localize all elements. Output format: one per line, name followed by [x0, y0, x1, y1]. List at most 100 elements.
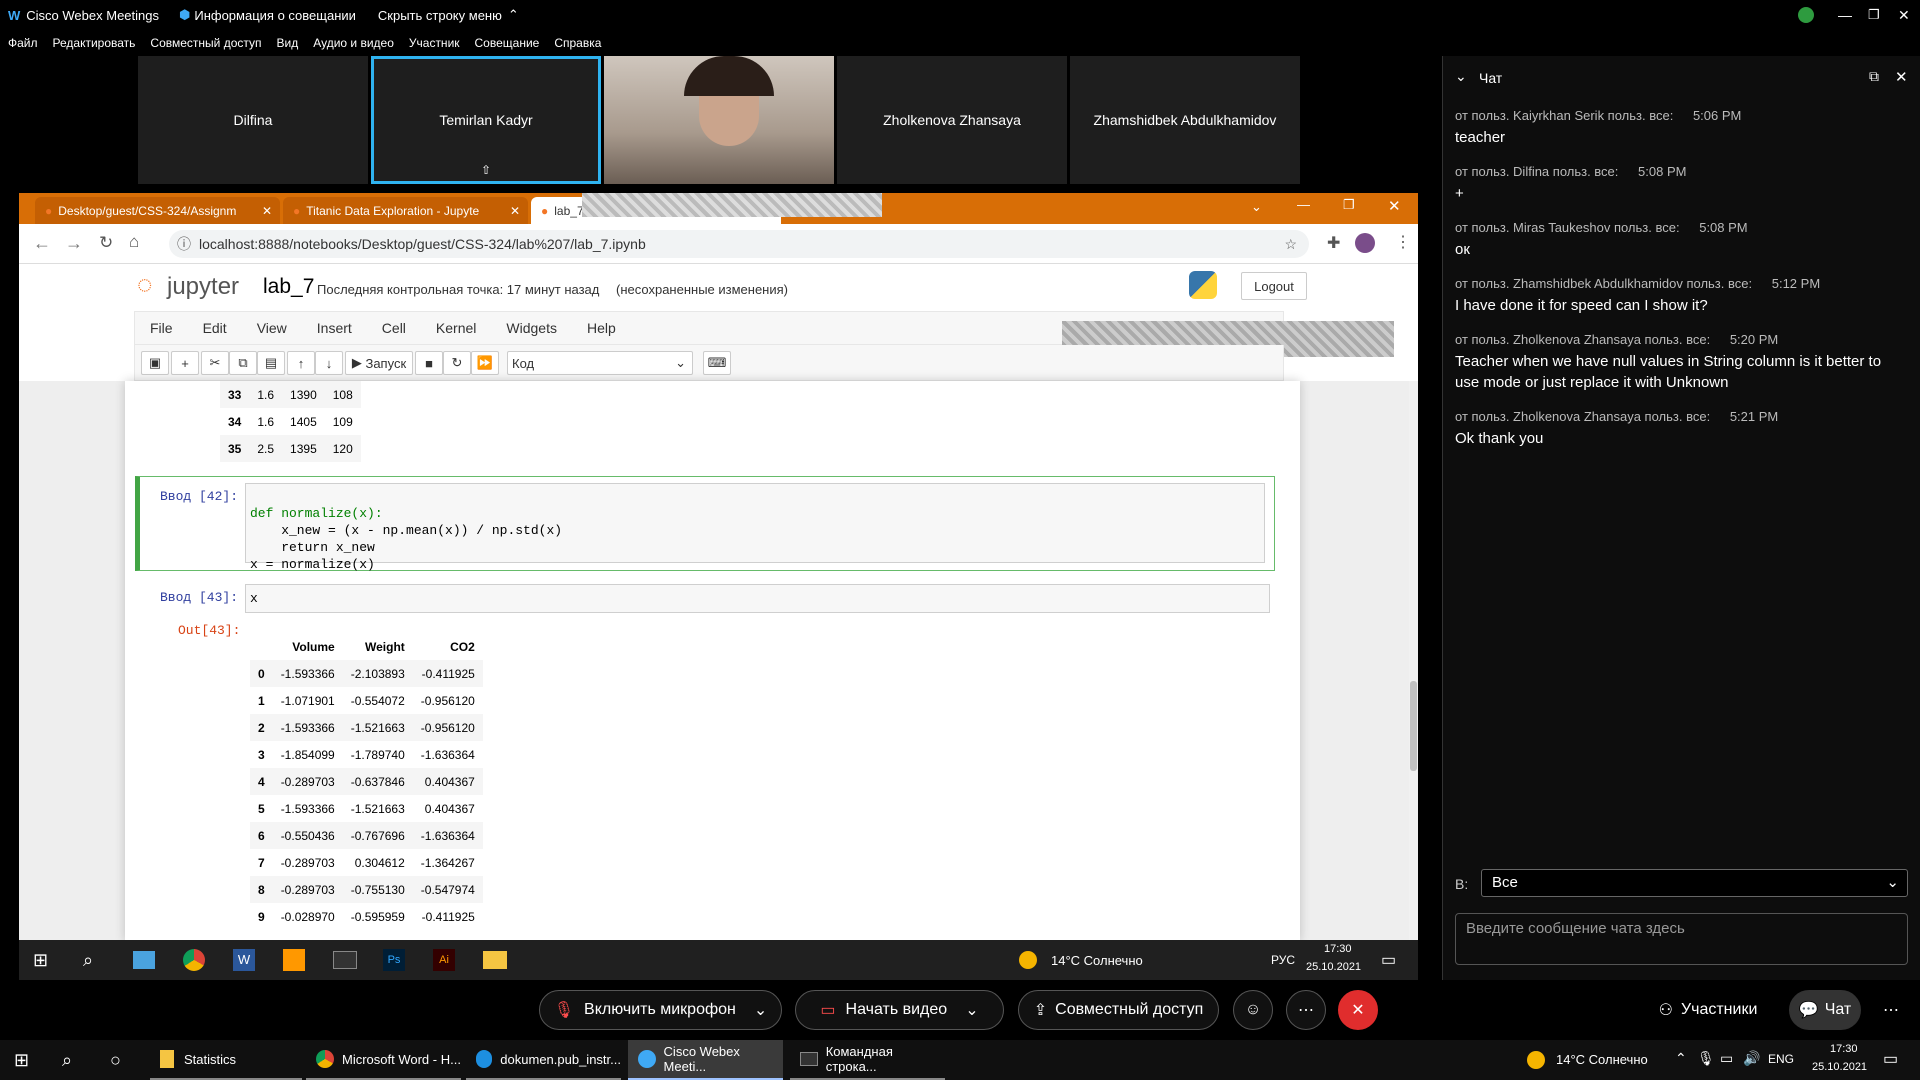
- chevron-up-icon[interactable]: ⌃: [508, 7, 519, 23]
- browser-tab[interactable]: ● Titanic Data Exploration - Jupyte ✕: [283, 197, 528, 224]
- chevron-down-icon[interactable]: ⌄: [1455, 68, 1467, 85]
- jupyter-menu-file[interactable]: File: [135, 320, 188, 336]
- menu-edit[interactable]: Редактировать: [53, 36, 136, 50]
- chat-input[interactable]: Введите сообщение чата здесь: [1455, 913, 1908, 965]
- code-cell-selected[interactable]: Ввод [42]: def normalize(x): x_new = (x …: [135, 476, 1275, 572]
- search-icon[interactable]: ⌕: [62, 1050, 72, 1071]
- move-up-icon[interactable]: ↑: [287, 351, 315, 375]
- notification-icon[interactable]: ▭: [1381, 950, 1396, 970]
- mic-icon[interactable]: 🎙: [1697, 1050, 1715, 1067]
- recipient-select[interactable]: Все ⌄: [1481, 869, 1908, 897]
- browser-tab[interactable]: ● Desktop/guest/CSS-324/Assignm ✕: [35, 197, 280, 224]
- menu-participant[interactable]: Участник: [409, 36, 460, 50]
- menu-meeting[interactable]: Совещание: [475, 36, 540, 50]
- taskbar-item[interactable]: dokumen.pub_instr...: [466, 1040, 621, 1080]
- clock-date[interactable]: 25.10.2021: [1306, 961, 1361, 973]
- chrome-app-icon[interactable]: [183, 949, 205, 971]
- close-icon[interactable]: ✕: [1898, 7, 1910, 24]
- restore-icon[interactable]: ❐: [1868, 7, 1880, 23]
- network-icon[interactable]: ▭: [1720, 1050, 1733, 1067]
- reload-icon[interactable]: ↻: [99, 233, 113, 253]
- fast-forward-icon[interactable]: ⏩: [471, 351, 499, 375]
- weather-text[interactable]: 14°C Солнечно: [1556, 1052, 1648, 1067]
- share-button[interactable]: ⇪ Совместный доступ: [1018, 990, 1219, 1030]
- add-cell-icon[interactable]: +: [171, 351, 199, 375]
- home-icon[interactable]: ⌂: [129, 232, 139, 252]
- language-indicator[interactable]: РУС: [1271, 953, 1295, 967]
- menu-help[interactable]: Справка: [554, 36, 601, 50]
- move-down-icon[interactable]: ↓: [315, 351, 343, 375]
- close-icon[interactable]: ✕: [262, 204, 272, 218]
- more-icon[interactable]: ⋮: [1395, 232, 1411, 252]
- minimize-icon[interactable]: —: [1297, 197, 1310, 212]
- clock-date[interactable]: 25.10.2021: [1812, 1061, 1867, 1073]
- chevron-down-icon[interactable]: ⌄: [1251, 199, 1262, 215]
- language-indicator[interactable]: ENG: [1768, 1052, 1794, 1066]
- code-editor[interactable]: def normalize(x): x_new = (x - np.mean(x…: [245, 483, 1265, 572]
- participant-video-tile[interactable]: [604, 56, 834, 184]
- close-icon[interactable]: ✕: [1895, 68, 1908, 86]
- more-icon[interactable]: ⋯: [1883, 1000, 1899, 1020]
- avatar[interactable]: [1798, 7, 1814, 23]
- menu-audio-video[interactable]: Аудио и видео: [313, 36, 394, 50]
- reactions-button[interactable]: ☺: [1233, 990, 1273, 1030]
- sublime-app-icon[interactable]: [283, 949, 305, 971]
- jupyter-menu-help[interactable]: Help: [572, 320, 631, 336]
- jupyter-menu-edit[interactable]: Edit: [188, 320, 242, 336]
- close-icon[interactable]: ✕: [1388, 197, 1401, 215]
- jupyter-logo-icon[interactable]: ◌: [137, 269, 152, 300]
- volume-icon[interactable]: 🔊: [1743, 1050, 1760, 1067]
- windows-start-icon[interactable]: ⊞: [14, 1050, 29, 1071]
- illustrator-app-icon[interactable]: Ai: [433, 949, 455, 971]
- taskbar-item[interactable]: Statistics: [150, 1040, 302, 1080]
- participant-tile[interactable]: Zhamshidbek Abdulkhamidov: [1070, 56, 1300, 184]
- stop-icon[interactable]: ■: [415, 351, 443, 375]
- cell-type-select[interactable]: Код ⌄: [507, 351, 693, 375]
- notebook-name[interactable]: lab_7: [263, 275, 314, 299]
- forward-icon[interactable]: →: [65, 233, 83, 254]
- taskbar-item-active[interactable]: Cisco Webex Meeti...: [628, 1040, 783, 1080]
- cut-icon[interactable]: ✂: [201, 351, 229, 375]
- avatar[interactable]: [1355, 233, 1375, 253]
- star-icon[interactable]: ☆: [1284, 236, 1297, 253]
- chevron-down-icon[interactable]: ⌄: [754, 1000, 767, 1020]
- extensions-icon[interactable]: ✚: [1327, 233, 1340, 253]
- word-app-icon[interactable]: W: [233, 949, 255, 971]
- more-options-button[interactable]: ⋯: [1286, 990, 1326, 1030]
- run-button[interactable]: ▶ Запуск: [345, 351, 413, 375]
- logout-button[interactable]: Logout: [1241, 272, 1307, 300]
- restart-icon[interactable]: ↻: [443, 351, 471, 375]
- back-icon[interactable]: ←: [33, 233, 51, 254]
- explorer-app-icon[interactable]: [133, 951, 155, 969]
- start-video-button[interactable]: ▭ Начать видео ⌄: [795, 990, 1004, 1030]
- minimize-icon[interactable]: —: [1838, 7, 1852, 23]
- jupyter-menu-cell[interactable]: Cell: [367, 320, 421, 336]
- keyboard-icon[interactable]: ⌨: [703, 351, 731, 375]
- terminal-app-icon[interactable]: [333, 951, 357, 969]
- scrollbar[interactable]: [1409, 381, 1418, 941]
- participant-tile-active[interactable]: Temirlan Kadyr ⇧: [371, 56, 601, 184]
- jupyter-logo[interactable]: jupyter: [167, 273, 239, 301]
- copy-icon[interactable]: ⧉: [229, 351, 257, 375]
- jupyter-menu-view[interactable]: View: [242, 320, 302, 336]
- restore-icon[interactable]: ❐: [1343, 197, 1355, 213]
- search-icon[interactable]: ⌕: [83, 950, 93, 971]
- url-field[interactable]: ⓘ localhost:8888/notebooks/Desktop/guest…: [169, 230, 1309, 258]
- save-icon[interactable]: ▣: [141, 351, 169, 375]
- jupyter-menu-widgets[interactable]: Widgets: [491, 320, 572, 336]
- menu-share[interactable]: Совместный доступ: [150, 36, 261, 50]
- cortana-icon[interactable]: ○: [110, 1050, 121, 1071]
- paste-icon[interactable]: ▤: [257, 351, 285, 375]
- close-icon[interactable]: ✕: [510, 204, 520, 218]
- scrollbar-thumb[interactable]: [1410, 681, 1417, 771]
- notification-icon[interactable]: ▭: [1883, 1049, 1898, 1069]
- windows-start-icon[interactable]: ⊞: [33, 950, 48, 971]
- menu-view[interactable]: Вид: [277, 36, 299, 50]
- clock-time[interactable]: 17:30: [1830, 1043, 1858, 1055]
- chevron-down-icon[interactable]: ⌄: [965, 1000, 978, 1020]
- clock-time[interactable]: 17:30: [1324, 943, 1352, 955]
- pop-out-icon[interactable]: ⧉: [1869, 68, 1879, 85]
- folder-app-icon[interactable]: [483, 951, 507, 969]
- menu-file[interactable]: Файл: [8, 36, 38, 50]
- code-editor[interactable]: x: [245, 584, 1270, 613]
